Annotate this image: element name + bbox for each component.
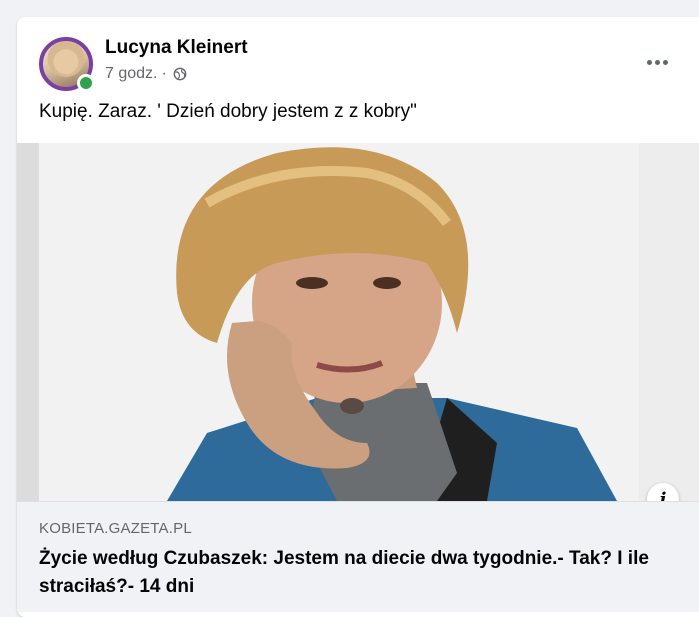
- globe-icon[interactable]: [173, 67, 187, 81]
- post-meta: 7 godz. ·: [105, 65, 187, 83]
- link-preview[interactable]: KOBIETA.GAZETA.PL Życie według Czubaszek…: [17, 501, 699, 612]
- more-dot-icon: [654, 59, 660, 65]
- post-card: Lucyna Kleinert 7 godz. · Kupię. Zaraz. …: [17, 17, 699, 617]
- post-time[interactable]: 7 godz.: [105, 65, 157, 83]
- photo-illustration: [17, 143, 699, 501]
- more-dot-icon: [646, 59, 652, 65]
- meta-separator: ·: [161, 65, 167, 82]
- post-text: Kupię. Zaraz. ' Dzień dobry jestem z z k…: [39, 101, 417, 122]
- online-status-indicator: [77, 74, 95, 92]
- author-avatar-wrapper[interactable]: [39, 37, 95, 92]
- post-header: Lucyna Kleinert 7 godz. ·: [17, 17, 699, 97]
- more-dot-icon: [662, 59, 668, 65]
- link-domain: KOBIETA.GAZETA.PL: [39, 520, 192, 537]
- author-name[interactable]: Lucyna Kleinert: [105, 37, 248, 59]
- link-preview-image[interactable]: [17, 143, 699, 501]
- more-options-button[interactable]: [637, 47, 677, 77]
- link-title[interactable]: Życie według Czubaszek: Jestem na diecie…: [39, 545, 659, 601]
